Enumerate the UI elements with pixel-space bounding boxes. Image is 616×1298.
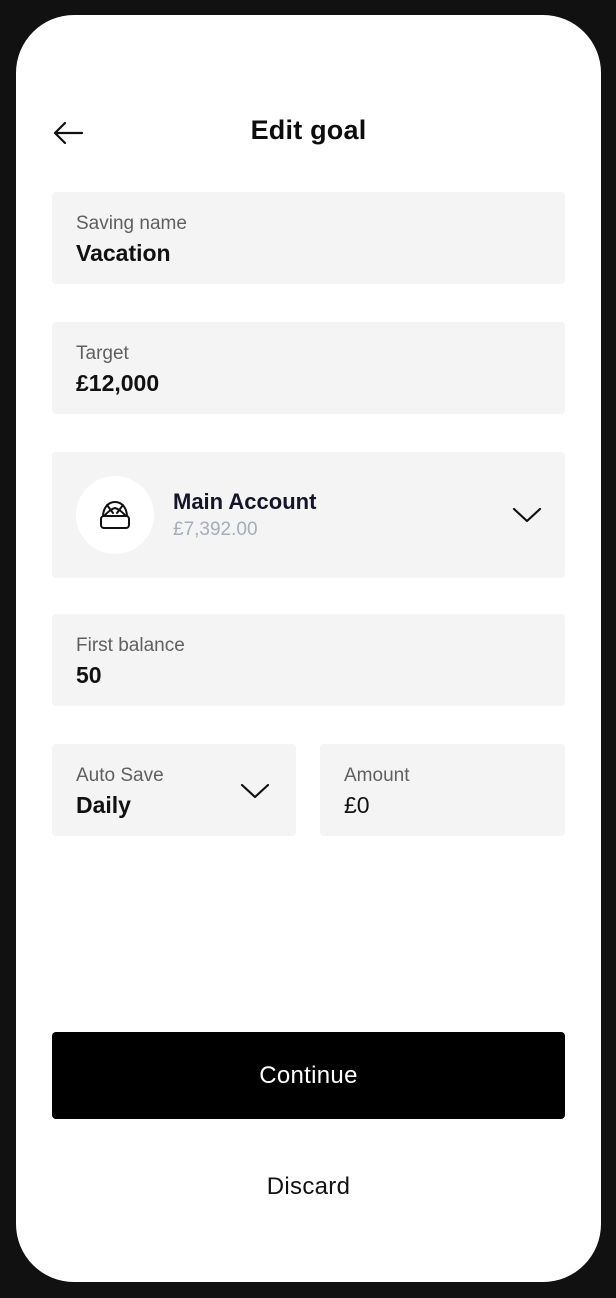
header: Edit goal bbox=[16, 111, 601, 155]
target-field[interactable]: Target £12,000 bbox=[52, 322, 565, 414]
first-balance-value: 50 bbox=[76, 662, 102, 688]
amount-text: £0 bbox=[344, 792, 370, 818]
account-balance: £7,392.00 bbox=[173, 519, 258, 540]
auto-save-value: Daily bbox=[76, 792, 131, 818]
amount-value: £0 bbox=[344, 792, 370, 819]
saving-name-value: Vacation bbox=[76, 240, 171, 266]
auto-save-select[interactable]: Auto Save Daily bbox=[52, 744, 296, 836]
phone-screen: Edit goal Saving name Vacation Target £1… bbox=[16, 15, 601, 1282]
first-balance-label: First balance bbox=[76, 635, 185, 656]
account-dropdown-button[interactable] bbox=[510, 502, 544, 528]
target-label: Target bbox=[76, 343, 129, 364]
account-avatar bbox=[76, 476, 154, 554]
page-title: Edit goal bbox=[250, 115, 367, 145]
auto-save-label: Auto Save bbox=[76, 765, 164, 786]
auto-save-dropdown-button[interactable] bbox=[238, 778, 272, 804]
first-balance-field[interactable]: First balance 50 bbox=[52, 614, 565, 706]
continue-button[interactable]: Continue bbox=[52, 1032, 565, 1119]
chevron-down-icon bbox=[240, 783, 270, 799]
saving-name-field[interactable]: Saving name Vacation bbox=[52, 192, 565, 284]
chevron-down-icon bbox=[512, 507, 542, 523]
amount-label: Amount bbox=[344, 765, 410, 786]
account-name: Main Account bbox=[173, 489, 317, 514]
amount-field[interactable]: Amount £0 bbox=[320, 744, 565, 836]
account-select[interactable]: Main Account £7,392.00 bbox=[52, 452, 565, 578]
discard-button[interactable]: Discard bbox=[52, 1165, 565, 1209]
wallet-icon bbox=[100, 501, 130, 529]
saving-name-label: Saving name bbox=[76, 213, 187, 234]
target-value: £12,000 bbox=[76, 370, 160, 396]
